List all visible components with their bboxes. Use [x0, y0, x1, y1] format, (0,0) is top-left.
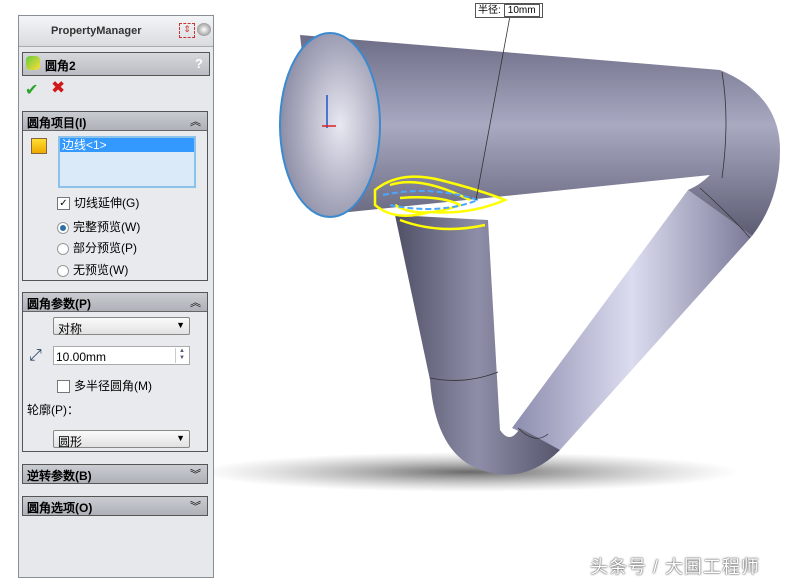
feature-title-bar: 圆角2 ? — [22, 52, 210, 76]
group-title: 逆转参数(B) — [27, 469, 92, 483]
chevron-down-icon: ▼ — [176, 433, 185, 443]
spin-buttons[interactable]: ▲ ▼ — [175, 348, 188, 363]
fillet-type-dropdown[interactable]: 对称 ▼ — [53, 317, 190, 336]
radio[interactable] — [57, 221, 69, 234]
chevron-down-icon: ▼ — [176, 320, 185, 330]
radius-dimension-callout[interactable]: 半径: 10mm — [475, 3, 543, 18]
radio-label: 完整预览(W) — [73, 220, 141, 234]
radio[interactable] — [57, 242, 69, 255]
group-header[interactable]: 圆角项目(I) ︽ — [23, 112, 207, 131]
edge-selection-list[interactable]: 边线<1> — [58, 136, 196, 188]
checkbox[interactable] — [57, 380, 70, 394]
fillet-parameters-group: 圆角参数(P) ︽ 对称 ▼ ⤢ 10.00mm ▲ ▼ 多半径圆角(M) 轮廓(P)：… — [22, 292, 208, 452]
cancel-button[interactable]: ✖ — [51, 78, 65, 98]
group-header[interactable]: 圆角选项(O) ︾ — [23, 497, 207, 515]
multi-radius-checkbox[interactable]: 多半径圆角(M) — [57, 377, 152, 394]
ok-button[interactable]: ✔ — [25, 80, 38, 100]
checkbox-label: 切线延伸(G) — [74, 196, 140, 210]
group-header[interactable]: 圆角参数(P) ︽ — [23, 293, 207, 312]
list-item[interactable]: 边线<1> — [60, 138, 194, 152]
group-header[interactable]: 逆转参数(B) ︾ — [23, 465, 207, 483]
edge-selection-icon — [31, 138, 47, 154]
radio[interactable] — [57, 264, 69, 277]
group-title: 圆角参数(P) — [27, 297, 91, 311]
panel-header: PropertyManager ⇕ — [19, 16, 213, 47]
radio-full-preview[interactable]: 完整预览(W) — [57, 218, 140, 235]
radius-input[interactable]: 10.00mm ▲ ▼ — [53, 346, 190, 365]
expand-icon[interactable]: ︾ — [190, 466, 201, 482]
dropdown-value: 对称 — [58, 322, 83, 336]
collapse-icon[interactable]: ︽ — [190, 113, 201, 129]
setback-parameters-group[interactable]: 逆转参数(B) ︾ — [22, 464, 208, 484]
checkbox-label: 多半径圆角(M) — [74, 379, 152, 393]
property-manager-panel: PropertyManager ⇕ 圆角2 ? ✔ ✖ 圆角项目(I) ︽ 边线<… — [18, 15, 214, 578]
watermark: 头条号 / 大国工程师 — [590, 557, 761, 577]
radio-no-preview[interactable]: 无预览(W) — [57, 261, 128, 278]
radius-icon: ⤢ — [29, 347, 42, 364]
tangent-propagation-checkbox[interactable]: ✓ 切线延伸(G) — [57, 194, 139, 211]
checkbox[interactable]: ✓ — [57, 197, 70, 211]
profile-dropdown[interactable]: 圆形 ▼ — [53, 430, 190, 449]
feature-name: 圆角2 — [45, 59, 76, 73]
dim-label: 半径: — [478, 5, 501, 16]
group-title: 圆角项目(I) — [27, 116, 87, 130]
radio-label: 部分预览(P) — [73, 241, 137, 255]
help-button[interactable]: ? — [195, 56, 203, 71]
pin-icon[interactable] — [197, 23, 211, 36]
radio-partial-preview[interactable]: 部分预览(P) — [57, 239, 137, 256]
collapse-icon[interactable]: ︽ — [190, 294, 201, 310]
radio-label: 无预览(W) — [73, 263, 129, 277]
fillet-items-group: 圆角项目(I) ︽ 边线<1> ✓ 切线延伸(G) 完整预览(W) 部分预览(P) … — [22, 111, 208, 281]
expand-icon[interactable]: ︾ — [190, 498, 201, 514]
panel-title: PropertyManager — [51, 25, 142, 37]
radius-value: 10.00mm — [56, 350, 107, 364]
fillet-feature-icon — [26, 56, 40, 70]
tube-opening — [279, 32, 381, 218]
dim-value[interactable]: 10mm — [503, 4, 540, 17]
profile-label: 轮廓(P)： — [27, 403, 79, 417]
expand-panel-icon[interactable]: ⇕ — [179, 23, 195, 38]
fillet-options-group[interactable]: 圆角选项(O) ︾ — [22, 496, 208, 516]
group-title: 圆角选项(O) — [27, 501, 93, 515]
right-leg — [512, 190, 752, 450]
dropdown-value: 圆形 — [58, 435, 83, 449]
